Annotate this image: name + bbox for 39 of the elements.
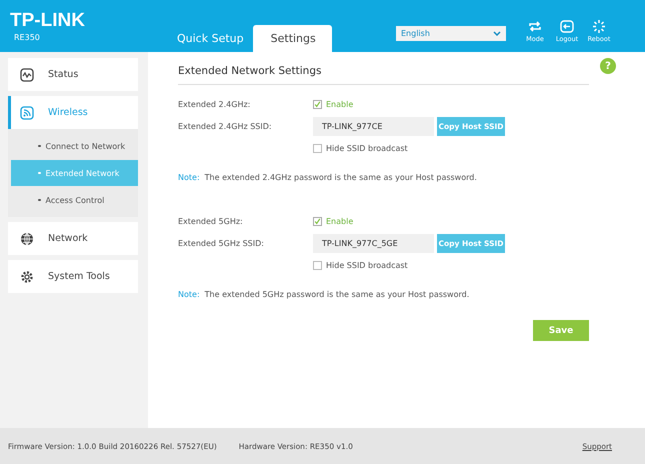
sidebar-item[interactable]: Wireless [8, 96, 138, 129]
submenu-item[interactable]: Extended Network [11, 160, 138, 186]
ssid-input[interactable]: TP-LINK_977C_5GE [313, 234, 434, 252]
submenu-item[interactable]: Connect to Network [11, 133, 138, 159]
nav-tab[interactable]: Quick Setup [168, 25, 253, 52]
model-name: RE350 [13, 33, 41, 42]
note-label: Note: [178, 173, 200, 182]
submenu-item[interactable]: Access Control [11, 187, 138, 213]
globe-icon [20, 232, 34, 246]
chart-icon [20, 68, 34, 82]
nav-tab[interactable]: Settings [252, 25, 332, 52]
logo: TP-LINK [10, 11, 86, 31]
language-select[interactable]: English [396, 26, 506, 41]
hide-ssid-checkbox[interactable]: Hide SSID broadcast [313, 144, 408, 152]
field-label: Extended 5GHz SSID: [178, 238, 265, 248]
sidebar-item[interactable]: Status [8, 58, 138, 91]
sidebar-item[interactable]: Network [8, 222, 138, 255]
enable-checkbox[interactable]: Enable [313, 100, 354, 108]
swap-arrows-icon [528, 20, 542, 33]
ssid-input[interactable]: TP-LINK_977CE [313, 116, 434, 136]
note-text: The extended 2.4GHz password is the same as your Host password. [204, 173, 477, 182]
note-text: The extended 5GHz password is the same as your Host password. [204, 290, 470, 299]
chevron-icon [493, 31, 501, 36]
field-label: Extended 5GHz: [178, 216, 244, 226]
sidebar-item[interactable]: System Tools [8, 260, 138, 293]
field-label: Extended 2.4GHz: [178, 100, 252, 108]
note-label: Note: [178, 290, 200, 299]
wireless-icon [20, 106, 34, 120]
hide-ssid-checkbox[interactable]: Hide SSID broadcast [313, 260, 408, 270]
save-button[interactable]: Save [533, 320, 589, 341]
help-button[interactable]: ? [600, 58, 616, 74]
spinner-icon [592, 20, 606, 33]
gear-icon [20, 270, 34, 284]
field-label: Extended 2.4GHz SSID: [178, 122, 273, 130]
section-title: Extended Network Settings [178, 65, 322, 77]
enable-checkbox[interactable]: Enable [313, 216, 354, 226]
logout-icon [560, 20, 574, 33]
checkmark-icon [314, 100, 321, 108]
checkmark-icon [314, 216, 321, 226]
